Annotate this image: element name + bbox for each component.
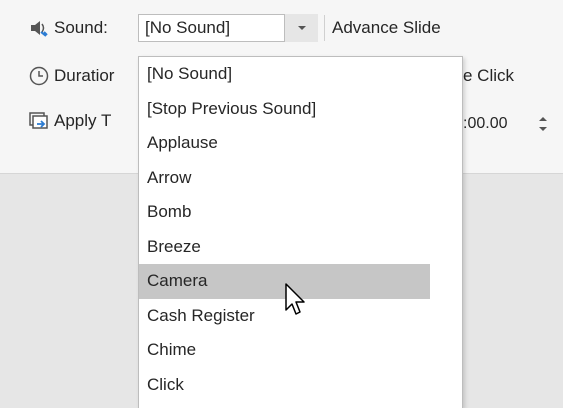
separator	[324, 15, 325, 41]
chevron-down-icon	[297, 19, 307, 37]
apply-to-all-button[interactable]: Apply T	[28, 108, 138, 134]
sound-dropdown-list: [No Sound] [Stop Previous Sound] Applaus…	[138, 56, 463, 408]
on-mouse-click-label[interactable]: e Click	[463, 63, 514, 89]
sound-selected-value: [No Sound]	[145, 18, 231, 37]
sound-row: Sound:	[28, 15, 108, 41]
list-item[interactable]: Click	[139, 368, 462, 403]
duration-row: Duratior	[28, 63, 138, 89]
duration-label: Duratior	[54, 66, 115, 85]
sound-label: Sound:	[54, 18, 108, 37]
list-item[interactable]: Arrow	[139, 161, 462, 196]
mouse-pointer-icon	[284, 282, 308, 320]
apply-to-all-label: Apply T	[54, 111, 112, 130]
advance-slide-heading: Advance Slide	[332, 15, 441, 41]
list-item[interactable]: [Stop Previous Sound]	[139, 92, 462, 127]
list-item[interactable]: Chime	[139, 333, 462, 368]
speaker-icon	[28, 17, 50, 39]
apply-to-all-icon	[28, 110, 50, 132]
clock-icon	[28, 65, 50, 87]
list-item[interactable]: Breeze	[139, 230, 462, 265]
list-item[interactable]: Bomb	[139, 195, 462, 230]
advance-slide-label: Advance Slide	[332, 18, 441, 37]
after-time-value[interactable]: :00.00	[463, 115, 507, 133]
spin-arrows-icon[interactable]	[533, 112, 553, 136]
list-item[interactable]: Applause	[139, 126, 462, 161]
sound-dropdown-button[interactable]	[284, 14, 318, 42]
on-click-text: e Click	[463, 66, 515, 85]
list-item[interactable]: [No Sound]	[139, 57, 462, 92]
